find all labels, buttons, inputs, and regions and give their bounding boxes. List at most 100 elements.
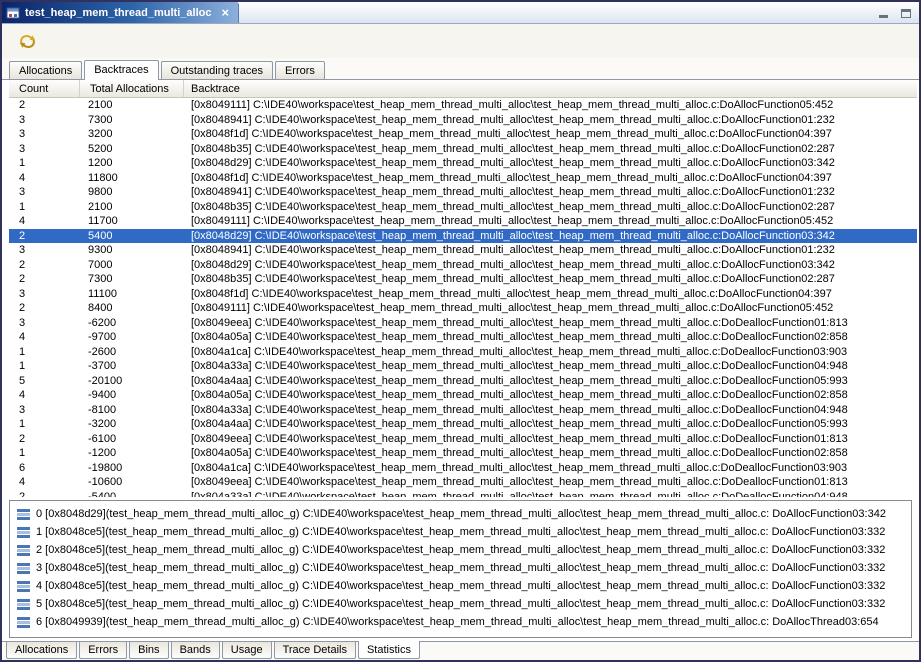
table-row[interactable]: 25400[0x8048d29] C:\IDE40\workspace\test…: [9, 229, 917, 244]
bottom-tab-statistics[interactable]: Statistics: [358, 641, 420, 659]
cell-total-allocations: -8100: [80, 403, 184, 418]
cell-backtrace: [0x8048f1d] C:\IDE40\workspace\test_heap…: [184, 287, 917, 302]
table-row[interactable]: 37300[0x8048941] C:\IDE40\workspace\test…: [9, 113, 917, 128]
stack-frame-row[interactable]: 6 [0x8049939](test_heap_mem_thread_multi…: [13, 613, 909, 631]
cell-count: 1: [9, 156, 80, 171]
table-row[interactable]: 4-10600[0x8049eea] C:\IDE40\workspace\te…: [9, 475, 917, 490]
cell-backtrace: [0x8049eea] C:\IDE40\workspace\test_heap…: [184, 475, 917, 490]
stack-frame-row[interactable]: 2 [0x8048ce5](test_heap_mem_thread_multi…: [13, 541, 909, 559]
cell-backtrace: [0x804a33a] C:\IDE40\workspace\test_heap…: [184, 403, 917, 418]
minimize-button[interactable]: [876, 6, 891, 20]
table-row[interactable]: 1-1200[0x804a05a] C:\IDE40\workspace\tes…: [9, 446, 917, 461]
subtab-allocations[interactable]: Allocations: [9, 61, 82, 79]
table-row[interactable]: 39800[0x8048941] C:\IDE40\workspace\test…: [9, 185, 917, 200]
cell-backtrace: [0x8048b35] C:\IDE40\workspace\test_heap…: [184, 142, 917, 157]
cell-backtrace: [0x804a33a] C:\IDE40\workspace\test_heap…: [184, 490, 917, 498]
bottom-tab-bands[interactable]: Bands: [171, 642, 220, 659]
cell-count: 3: [9, 243, 80, 258]
bottom-tab-errors[interactable]: Errors: [79, 642, 127, 659]
stack-frame-row[interactable]: 3 [0x8048ce5](test_heap_mem_thread_multi…: [13, 559, 909, 577]
cell-total-allocations: 9300: [80, 243, 184, 258]
view-titlebar: test_heap_mem_thread_multi_alloc ×: [2, 2, 919, 24]
table-row[interactable]: 3-6200[0x8049eea] C:\IDE40\workspace\tes…: [9, 316, 917, 331]
table-row[interactable]: 4-9400[0x804a05a] C:\IDE40\workspace\tes…: [9, 388, 917, 403]
stack-frame-row[interactable]: 4 [0x8048ce5](test_heap_mem_thread_multi…: [13, 577, 909, 595]
bottom-tab-usage[interactable]: Usage: [222, 642, 272, 659]
close-icon[interactable]: ×: [221, 6, 229, 19]
cell-backtrace: [0x8048d29] C:\IDE40\workspace\test_heap…: [184, 258, 917, 273]
cell-count: 4: [9, 330, 80, 345]
table-row[interactable]: 411700[0x8049111] C:\IDE40\workspace\tes…: [9, 214, 917, 229]
table-row[interactable]: 2-5400[0x804a33a] C:\IDE40\workspace\tes…: [9, 490, 917, 498]
stack-frame-text: 0 [0x8048d29](test_heap_mem_thread_multi…: [36, 508, 886, 520]
table-row[interactable]: 22100[0x8049111] C:\IDE40\workspace\test…: [9, 98, 917, 113]
stack-frames-icon: [17, 599, 30, 610]
minimize-icon: [879, 15, 888, 18]
cell-count: 2: [9, 301, 80, 316]
table-row[interactable]: 4-9700[0x804a05a] C:\IDE40\workspace\tes…: [9, 330, 917, 345]
stack-frame-row[interactable]: 5 [0x8048ce5](test_heap_mem_thread_multi…: [13, 595, 909, 613]
window-controls: [876, 2, 919, 23]
table-row[interactable]: 3-8100[0x804a33a] C:\IDE40\workspace\tes…: [9, 403, 917, 418]
cell-backtrace: [0x804a05a] C:\IDE40\workspace\test_heap…: [184, 446, 917, 461]
column-header-count[interactable]: Count: [9, 80, 80, 97]
table-row[interactable]: 28400[0x8049111] C:\IDE40\workspace\test…: [9, 301, 917, 316]
table-row[interactable]: 5-20100[0x804a4aa] C:\IDE40\workspace\te…: [9, 374, 917, 389]
maximize-button[interactable]: [898, 6, 913, 20]
cell-total-allocations: -5400: [80, 490, 184, 498]
cell-backtrace: [0x8048941] C:\IDE40\workspace\test_heap…: [184, 185, 917, 200]
cell-count: 4: [9, 475, 80, 490]
table-row[interactable]: 311100[0x8048f1d] C:\IDE40\workspace\tes…: [9, 287, 917, 302]
stack-frame-text: 1 [0x8048ce5](test_heap_mem_thread_multi…: [36, 526, 885, 538]
sync-button[interactable]: [15, 29, 39, 53]
cell-total-allocations: -1200: [80, 446, 184, 461]
cell-count: 1: [9, 417, 80, 432]
table-row[interactable]: 11200[0x8048d29] C:\IDE40\workspace\test…: [9, 156, 917, 171]
table-row[interactable]: 27300[0x8048b35] C:\IDE40\workspace\test…: [9, 272, 917, 287]
subtab-backtraces[interactable]: Backtraces: [84, 60, 158, 80]
stack-frame-row[interactable]: 0 [0x8048d29](test_heap_mem_thread_multi…: [13, 505, 909, 523]
table-row[interactable]: 27000[0x8048d29] C:\IDE40\workspace\test…: [9, 258, 917, 273]
memory-analysis-view: test_heap_mem_thread_multi_alloc × Alloc…: [0, 0, 921, 662]
cell-backtrace: [0x804a4aa] C:\IDE40\workspace\test_heap…: [184, 374, 917, 389]
table-row[interactable]: 1-3200[0x804a4aa] C:\IDE40\workspace\tes…: [9, 417, 917, 432]
table-row[interactable]: 2-6100[0x8049eea] C:\IDE40\workspace\tes…: [9, 432, 917, 447]
cell-total-allocations: 1200: [80, 156, 184, 171]
cell-backtrace: [0x8048b35] C:\IDE40\workspace\test_heap…: [184, 200, 917, 215]
editor-tab[interactable]: test_heap_mem_thread_multi_alloc ×: [2, 2, 239, 23]
table-row[interactable]: 35200[0x8048b35] C:\IDE40\workspace\test…: [9, 142, 917, 157]
stack-frame-row[interactable]: 1 [0x8048ce5](test_heap_mem_thread_multi…: [13, 523, 909, 541]
editor-tab-title: test_heap_mem_thread_multi_alloc: [25, 7, 211, 19]
stack-frames-icon: [17, 581, 30, 592]
column-header-backtrace[interactable]: Backtrace: [184, 80, 917, 97]
cell-total-allocations: -10600: [80, 475, 184, 490]
bottom-tab-allocations[interactable]: Allocations: [6, 642, 77, 659]
cell-count: 3: [9, 113, 80, 128]
cell-total-allocations: -20100: [80, 374, 184, 389]
subtab-errors[interactable]: Errors: [275, 61, 325, 79]
table-row[interactable]: 39300[0x8048941] C:\IDE40\workspace\test…: [9, 243, 917, 258]
table-row[interactable]: 1-2600[0x804a1ca] C:\IDE40\workspace\tes…: [9, 345, 917, 360]
table-row[interactable]: 12100[0x8048b35] C:\IDE40\workspace\test…: [9, 200, 917, 215]
bottom-tab-bins[interactable]: Bins: [129, 642, 168, 659]
cell-total-allocations: -6200: [80, 316, 184, 331]
table-row[interactable]: 6-19800[0x804a1ca] C:\IDE40\workspace\te…: [9, 461, 917, 476]
cell-backtrace: [0x8049111] C:\IDE40\workspace\test_heap…: [184, 301, 917, 316]
table-row[interactable]: 33200[0x8048f1d] C:\IDE40\workspace\test…: [9, 127, 917, 142]
cell-count: 1: [9, 345, 80, 360]
cell-backtrace: [0x804a1ca] C:\IDE40\workspace\test_heap…: [184, 461, 917, 476]
cell-count: 2: [9, 98, 80, 113]
stack-frame-text: 6 [0x8049939](test_heap_mem_thread_multi…: [36, 616, 879, 628]
subtab-outstanding-traces[interactable]: Outstanding traces: [161, 61, 273, 79]
memory-analysis-view-icon: [6, 6, 20, 20]
cell-total-allocations: -6100: [80, 432, 184, 447]
subtab-bar: AllocationsBacktracesOutstanding tracesE…: [2, 58, 919, 80]
view-toolbar: [2, 24, 919, 58]
table-row[interactable]: 1-3700[0x804a33a] C:\IDE40\workspace\tes…: [9, 359, 917, 374]
table-row[interactable]: 411800[0x8048f1d] C:\IDE40\workspace\tes…: [9, 171, 917, 186]
bottom-tab-trace-details[interactable]: Trace Details: [274, 642, 356, 659]
cell-backtrace: [0x8048b35] C:\IDE40\workspace\test_heap…: [184, 272, 917, 287]
cell-count: 3: [9, 403, 80, 418]
cell-backtrace: [0x8049111] C:\IDE40\workspace\test_heap…: [184, 98, 917, 113]
column-header-total-allocations[interactable]: Total Allocations: [80, 80, 184, 97]
